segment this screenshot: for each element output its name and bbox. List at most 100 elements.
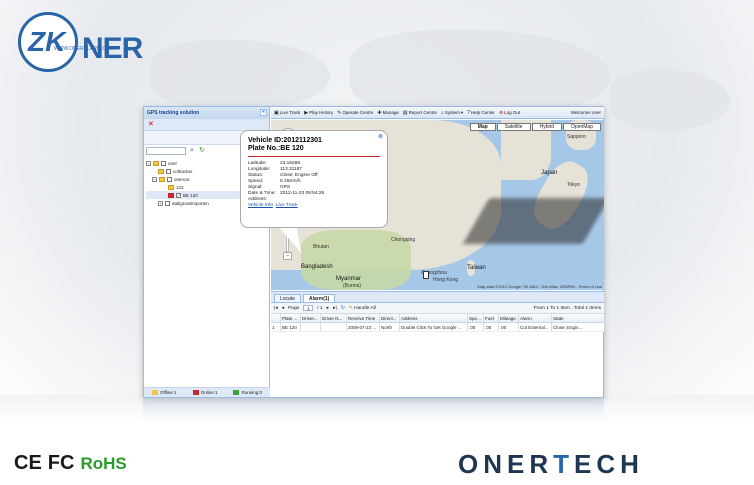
map-tab-openmap[interactable]: OpenMap — [563, 123, 601, 131]
prev-page-icon[interactable]: ◂ — [282, 306, 284, 311]
info-value: 2012-11-23 09:54:26 — [280, 191, 325, 196]
map-label: Hong Kong — [433, 277, 459, 283]
live-track-link[interactable]: Live Track — [276, 203, 298, 208]
map-tab-satellite[interactable]: Satellite — [496, 123, 531, 131]
panel-title: GPS tracking solution — [147, 110, 200, 116]
col-receive-time[interactable]: Receive Time — [347, 314, 380, 322]
col-speed[interactable]: Spe... — [468, 314, 484, 322]
refresh-icon[interactable]: ↻ — [341, 306, 345, 311]
col-fuel[interactable]: Fuel — [484, 314, 499, 322]
delete-icon[interactable]: ✕ — [148, 121, 154, 128]
home-icon: ⌂ — [440, 109, 444, 116]
map-label: Tokyo — [567, 182, 581, 188]
expand-toggle-icon[interactable]: + — [158, 200, 163, 206]
checkbox[interactable] — [165, 200, 170, 206]
tab-locate[interactable]: Locate — [274, 294, 302, 302]
operate-centre-button[interactable]: ✎ Operate Centre — [337, 110, 373, 116]
status-label: Offline:1 — [160, 390, 177, 395]
log-out-button[interactable]: ⊗ Log Out — [499, 110, 520, 116]
cell-address[interactable]: Double Click To Get Google ... — [400, 323, 468, 331]
tree-node-label: 123 — [176, 184, 184, 190]
map-tab-map[interactable]: Map — [469, 123, 496, 131]
manage-button[interactable]: ✚ Manage — [377, 110, 398, 116]
vehicle-info-link[interactable]: Vehicle Info — [248, 203, 273, 208]
col-mileage[interactable]: Mileage — [499, 314, 519, 322]
checkbox[interactable] — [161, 160, 166, 166]
handle-all-label: Handle All — [354, 305, 376, 311]
map-label: Sapporo — [567, 134, 586, 140]
checkbox[interactable] — [167, 176, 172, 182]
col-direction[interactable]: Direct... — [380, 314, 400, 322]
info-plate: Plate No.:BE 120 — [248, 145, 304, 152]
folder-icon — [158, 168, 164, 174]
map-label: Bhutan — [313, 244, 329, 250]
panel-header: GPS tracking solution « — [144, 107, 269, 119]
collapse-toggle-icon[interactable]: − — [152, 176, 157, 182]
col-state[interactable]: State — [552, 314, 604, 322]
cell-index: 1 — [271, 323, 281, 331]
zoom-out-icon[interactable]: − — [283, 252, 292, 260]
tree-node-label: oner — [168, 160, 178, 166]
toolbar-label: Log Out — [504, 110, 521, 115]
col-alarm[interactable]: Alarm — [519, 314, 552, 322]
info-vehicle-id: Vehicle ID:2012112301 — [248, 137, 322, 144]
vehicle-info-window: ⊗ Vehicle ID:2012112301 Plate No.:BE 120… — [240, 130, 388, 228]
cell-speed: .00 — [468, 323, 484, 331]
col-address[interactable]: Address — [400, 314, 468, 322]
play-history-button[interactable]: ▶ Play History — [304, 110, 333, 116]
checkbox[interactable]: ✓ — [176, 192, 181, 198]
system-menu-button[interactable]: ⌂ System ▾ — [441, 110, 463, 116]
manage-icon: ✚ — [377, 109, 382, 116]
tree-node-label: onercar — [174, 176, 190, 182]
page-input[interactable]: 1 — [303, 305, 314, 311]
col-driver[interactable]: Driver... — [301, 314, 321, 322]
bottom-tabs: Locate Alarm(1) — [271, 292, 604, 303]
close-icon[interactable]: ⊗ — [378, 133, 383, 140]
logout-icon: ⊗ — [498, 109, 504, 116]
toolbar-label: Help Center — [470, 110, 495, 115]
map-tab-hybrid[interactable]: Hybrid — [531, 123, 563, 131]
search-input[interactable] — [146, 147, 186, 155]
col-index[interactable] — [271, 314, 281, 322]
collapse-icon[interactable]: « — [260, 109, 267, 116]
report-icon: ▤ — [402, 109, 408, 116]
info-divider — [248, 156, 380, 157]
car-online-icon — [168, 192, 174, 198]
help-center-button[interactable]: ? Help Center — [467, 110, 495, 116]
pencil-icon: ✎ — [337, 109, 342, 116]
live-track-button[interactable]: ▣ Live Track — [274, 110, 300, 116]
pager-summary: From 1 To 1 Item , Total 1 Items — [533, 305, 601, 311]
info-window-shadow — [462, 198, 604, 244]
collapse-toggle-icon[interactable]: − — [146, 160, 151, 166]
status-label: Online:1 — [200, 390, 218, 395]
last-page-icon[interactable]: ▸| — [333, 306, 337, 311]
toolbar-label: Report Centre — [408, 110, 437, 115]
cell-alarm: Cut External... — [519, 323, 552, 331]
logo-zk-text: ZK — [28, 26, 66, 57]
handle-all-button[interactable]: ✎ Handle All — [349, 306, 376, 311]
app-reflection — [143, 399, 604, 419]
checkbox[interactable] — [166, 168, 171, 174]
first-page-icon[interactable]: |◂ — [274, 306, 278, 311]
col-driver-name[interactable]: Driver N... — [321, 314, 347, 322]
brand-part: ONER — [458, 449, 554, 479]
report-centre-button[interactable]: ▤ Report Centre — [403, 110, 437, 116]
refresh-icon[interactable]: ↻ — [198, 147, 206, 155]
table-row[interactable]: 1 BE 120 2009-07-23 ... North Double Cli… — [271, 323, 604, 332]
tab-alarm[interactable]: Alarm(1) — [303, 294, 336, 302]
vehicle-marker-icon[interactable] — [423, 271, 429, 279]
onertech-logo: ONERTECH — [458, 449, 644, 480]
top-toolbar: ▣ Live Track ▶ Play History ✎ Operate Centr… — [271, 107, 604, 119]
status-online: Online:1 — [192, 390, 218, 395]
col-plate[interactable]: Plate ... — [281, 314, 301, 322]
zkoner-logo: ZK WWW.ONERALARM.COM NER — [18, 12, 148, 78]
cell-direction: North — [380, 323, 400, 331]
next-page-icon[interactable]: ▸ — [327, 306, 329, 311]
tree-node-label: BE 120 — [183, 192, 198, 198]
map-label: Myanmar — [336, 276, 362, 282]
map-type-tabs: Map Satellite Hybrid OpenMap — [469, 123, 601, 131]
help-icon: ? — [467, 109, 470, 116]
status-legend: Offline:1 Online:1 Running:0 — [144, 387, 270, 397]
folder-icon — [159, 176, 165, 182]
search-icon[interactable]: ⌕ — [188, 147, 196, 155]
